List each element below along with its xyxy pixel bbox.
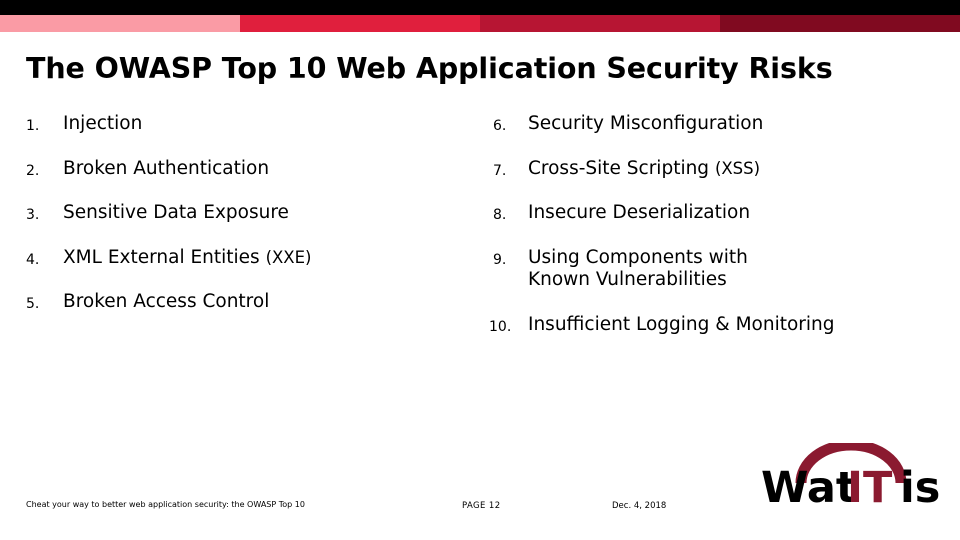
band-segment-pale-pink — [0, 15, 240, 32]
list-item-number: 5. — [26, 296, 40, 313]
footer-note: Cheat your way to better web application… — [26, 500, 305, 509]
list-item-main-text: Cross-Site Scripting — [528, 157, 715, 179]
risk-list-left: 1. Injection 2. Broken Authentication 3.… — [26, 113, 466, 336]
list-item-label: Sensitive Data Exposure — [63, 202, 289, 224]
risk-list-right: 6. Security Misconfiguration 7. Cross-Si… — [480, 113, 940, 358]
list-item: 2. Broken Authentication — [26, 158, 466, 181]
list-item-label: Using Components with Known Vulnerabilit… — [528, 246, 748, 291]
watitis-logo-graphic: Wat IT is — [761, 443, 940, 505]
list-item: 10. Insufficient Logging & Monitoring — [480, 314, 940, 337]
list-item: 1. Injection — [26, 113, 466, 136]
list-item-number: 9. — [493, 251, 507, 268]
band-segment-dark-crimson — [480, 15, 720, 32]
list-item-number: 1. — [26, 118, 40, 134]
list-item: 7. Cross-Site Scripting (XSS) — [480, 158, 940, 181]
footer-date: Dec. 4, 2018 — [612, 501, 667, 511]
list-item-label: Broken Access Control — [63, 291, 270, 313]
watitis-logo: Wat IT is — [755, 443, 950, 505]
list-item-number: 6. — [493, 118, 507, 134]
list-item: 6. Security Misconfiguration — [480, 113, 940, 136]
slide-canvas: The OWASP Top 10 Web Application Securit… — [0, 0, 960, 540]
list-item-abbreviation: (XXE) — [265, 247, 312, 267]
list-item: 4. XML External Entities (XXE) — [26, 247, 466, 270]
list-item: 9. Using Components with Known Vulnerabi… — [480, 247, 940, 292]
list-item-number: 8. — [493, 207, 507, 224]
logo-text-it: IT — [847, 463, 893, 505]
list-item-number: 3. — [26, 207, 40, 224]
logo-text-is: is — [900, 463, 940, 505]
list-item: 5. Broken Access Control — [26, 291, 466, 314]
list-item-number: 10. — [489, 318, 512, 335]
list-item-label: Injection — [63, 113, 143, 134]
top-color-band — [0, 15, 960, 32]
list-item-label: XML External Entities (XXE) — [63, 247, 466, 270]
list-item: 8. Insecure Deserialization — [480, 202, 940, 225]
band-segment-maroon — [720, 15, 960, 32]
list-item-label: Insecure Deserialization — [528, 202, 751, 224]
list-item-number: 7. — [493, 162, 507, 179]
list-item-label: Insufficient Logging & Monitoring — [528, 313, 835, 335]
list-item-abbreviation: (XSS) — [714, 158, 761, 178]
logo-text-wat: Wat — [761, 463, 856, 505]
list-item-label: Cross-Site Scripting (XSS) — [528, 158, 940, 181]
list-item-number: 2. — [26, 162, 40, 179]
band-segment-crimson — [240, 15, 480, 32]
list-item-label: Security Misconfiguration — [528, 113, 764, 134]
footer-page-number: PAGE 12 — [462, 501, 501, 511]
top-black-bar — [0, 0, 960, 15]
list-item-label: Broken Authentication — [63, 157, 270, 179]
page-title: The OWASP Top 10 Web Application Securit… — [26, 52, 833, 85]
list-item: 3. Sensitive Data Exposure — [26, 202, 466, 225]
list-item-main-text: XML External Entities — [63, 246, 266, 268]
list-item-number: 4. — [26, 251, 40, 268]
